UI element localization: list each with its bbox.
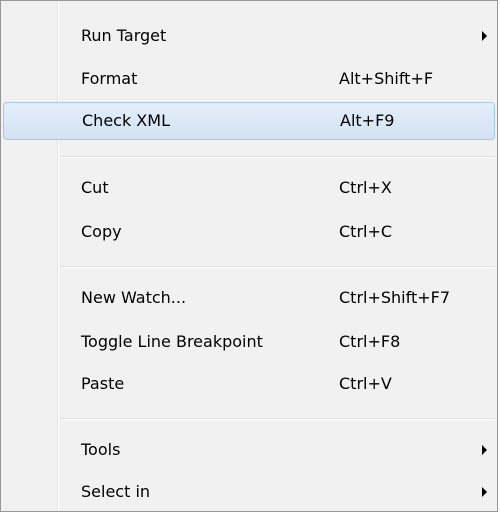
chevron-right-icon xyxy=(482,31,487,41)
menu-separator xyxy=(59,418,495,420)
menu-item-label: Paste xyxy=(81,374,125,393)
menu-item-label: Check XML xyxy=(82,111,170,130)
menu-item-check-xml[interactable]: Check XML Alt+F9 xyxy=(3,102,495,140)
menu-item-shortcut: Ctrl+V xyxy=(339,374,392,393)
menu-item-shortcut: Ctrl+F8 xyxy=(339,332,401,351)
menu-item-shortcut: Ctrl+X xyxy=(339,178,392,197)
menu-item-shortcut: Ctrl+C xyxy=(339,222,393,241)
menu-item-shortcut: Alt+Shift+F xyxy=(339,69,434,88)
chevron-right-icon xyxy=(482,445,487,455)
menu-item-toggle-line-breakpoint[interactable]: Toggle Line Breakpoint Ctrl+F8 xyxy=(3,323,495,361)
menu-item-shortcut: Alt+F9 xyxy=(340,111,395,130)
menu-item-paste[interactable]: Paste Ctrl+V xyxy=(3,365,495,403)
menu-item-format[interactable]: Format Alt+Shift+F xyxy=(3,60,495,98)
menu-item-label: Select in xyxy=(81,482,151,501)
menu-item-label: New Watch... xyxy=(81,288,187,307)
menu-item-label: Format xyxy=(81,69,138,88)
menu-item-label: Toggle Line Breakpoint xyxy=(81,332,263,351)
menu-item-tools[interactable]: Tools xyxy=(3,431,495,469)
menu-item-select-in[interactable]: Select in xyxy=(3,473,495,511)
menu-item-cut[interactable]: Cut Ctrl+X xyxy=(3,169,495,207)
menu-item-label: Cut xyxy=(81,178,109,197)
context-menu: Run Target Format Alt+Shift+F Check XML … xyxy=(0,0,498,512)
menu-separator xyxy=(59,266,495,268)
menu-item-run-target[interactable]: Run Target xyxy=(3,17,495,55)
menu-item-copy[interactable]: Copy Ctrl+C xyxy=(3,213,495,251)
menu-item-label: Copy xyxy=(81,222,122,241)
menu-separator xyxy=(59,156,495,158)
menu-item-new-watch[interactable]: New Watch... Ctrl+Shift+F7 xyxy=(3,279,495,317)
menu-item-label: Tools xyxy=(81,440,121,459)
menu-item-label: Run Target xyxy=(81,26,167,45)
menu-item-shortcut: Ctrl+Shift+F7 xyxy=(339,288,451,307)
chevron-right-icon xyxy=(482,487,487,497)
